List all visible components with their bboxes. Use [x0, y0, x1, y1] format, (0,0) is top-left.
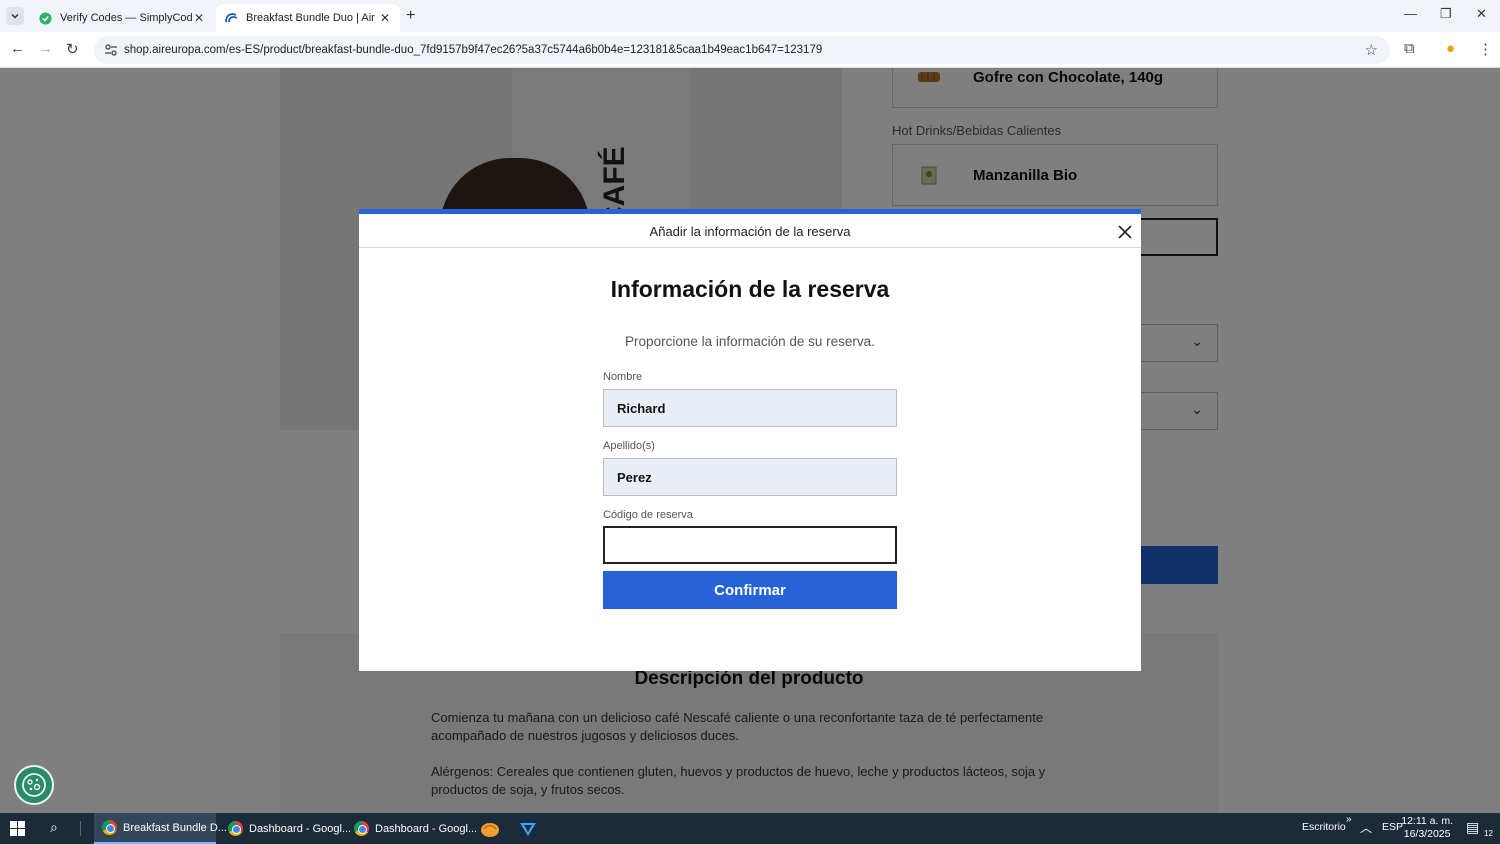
windows-start-icon[interactable]	[10, 821, 25, 836]
tab-close-icon[interactable]: ✕	[378, 11, 392, 25]
close-icon	[1118, 225, 1132, 239]
language-indicator[interactable]: ESP	[1382, 821, 1403, 833]
first-name-label: Nombre	[603, 371, 643, 383]
taskbar: ⌕ Breakfast Bundle D... Dashboard - Goog…	[0, 813, 1500, 844]
notification-count: 12	[1484, 829, 1493, 838]
taskbar-app-pinned[interactable]	[472, 813, 508, 844]
simplycodes-icon	[38, 11, 52, 25]
modal-header: Añadir la información de la reserva	[359, 214, 1141, 248]
reload-icon[interactable]: ↻	[66, 40, 79, 58]
modal-header-title: Añadir la información de la reserva	[649, 224, 851, 239]
chrome-icon	[228, 821, 243, 836]
tab-simplycodes[interactable]: Verify Codes — SimplyCodes ✕	[30, 4, 214, 32]
tab-close-icon[interactable]: ✕	[192, 11, 206, 25]
site-settings-icon[interactable]	[98, 40, 124, 60]
orange-app-icon	[481, 822, 499, 837]
tab-aireuropa[interactable]: Breakfast Bundle Duo | Air Europa ✕	[216, 4, 400, 32]
tab-title: Breakfast Bundle Duo | Air Europa	[246, 12, 378, 24]
taskbar-app-label: Dashboard - Googl...	[375, 822, 478, 835]
taskbar-app-pinned[interactable]	[510, 813, 546, 844]
desktop-label[interactable]: Escritorio	[1302, 821, 1346, 833]
confirm-button[interactable]: Confirmar	[603, 571, 897, 609]
extensions-icon[interactable]: ⧉	[1404, 40, 1415, 57]
chevron-right-icon[interactable]: »	[1346, 814, 1352, 825]
search-icon[interactable]: ⌕	[50, 819, 58, 836]
tab-title: Verify Codes — SimplyCodes	[60, 12, 192, 24]
address-bar[interactable]: shop.aireuropa.com/es-ES/product/breakfa…	[94, 36, 1390, 64]
cookie-settings-button[interactable]	[14, 765, 54, 805]
cookie-icon	[22, 773, 46, 797]
last-name-field[interactable]	[603, 458, 897, 496]
taskbar-app-label: Breakfast Bundle D...	[123, 821, 227, 834]
clock[interactable]: 12:11 a. m. 16/3/2025	[1401, 815, 1453, 841]
modal-close-button[interactable]	[1115, 222, 1135, 242]
taskbar-app-dashboard[interactable]: Dashboard - Googl...	[346, 813, 477, 844]
forward-arrow-icon[interactable]: →	[38, 40, 53, 57]
taskbar-app-label: Dashboard - Googl...	[249, 822, 352, 835]
url-text: shop.aireuropa.com/es-ES/product/breakfa…	[124, 44, 823, 56]
chevron-up-icon[interactable]: ︿	[1360, 819, 1372, 836]
modal-subtitle: Proporcione la información de su reserva…	[625, 334, 875, 349]
taskbar-app-breakfast[interactable]: Breakfast Bundle D...	[94, 813, 227, 844]
booking-info-modal: Añadir la información de la reserva Info…	[359, 209, 1141, 671]
profile-extension-icon[interactable]: ●	[1446, 40, 1455, 57]
booking-code-field[interactable]	[603, 526, 897, 564]
bookmark-star-icon[interactable]: ☆	[1365, 41, 1378, 59]
tab-search-button[interactable]	[6, 7, 24, 25]
last-name-label: Apellido(s)	[603, 440, 655, 452]
clock-date: 16/3/2025	[1403, 828, 1451, 840]
new-tab-icon[interactable]: +	[406, 7, 415, 25]
first-name-field[interactable]	[603, 389, 897, 427]
restore-icon[interactable]: ❐	[1440, 6, 1452, 22]
tab-strip: Verify Codes — SimplyCodes ✕ Breakfast B…	[0, 0, 1500, 32]
taskbar-divider	[80, 821, 81, 836]
window-close-icon[interactable]: ✕	[1476, 6, 1487, 22]
minimize-icon[interactable]: —	[1404, 6, 1417, 21]
more-menu-icon[interactable]: ⋮	[1478, 40, 1493, 58]
chrome-icon	[102, 820, 117, 835]
chrome-icon	[354, 821, 369, 836]
aireuropa-icon	[224, 11, 238, 25]
modal-title: Información de la reserva	[610, 276, 890, 302]
chevron-down-icon	[11, 13, 19, 19]
vpn-app-icon	[520, 822, 536, 836]
back-arrow-icon[interactable]: ←	[10, 40, 25, 57]
taskbar-app-dashboard[interactable]: Dashboard - Googl...	[220, 813, 351, 844]
booking-code-label: Código de reserva	[603, 509, 693, 521]
browser-toolbar: ← → ↻ shop.aireuropa.com/es-ES/product/b…	[0, 32, 1500, 68]
clock-time: 12:11 a. m.	[1401, 815, 1453, 827]
notification-icon[interactable]: ▤	[1466, 819, 1479, 836]
